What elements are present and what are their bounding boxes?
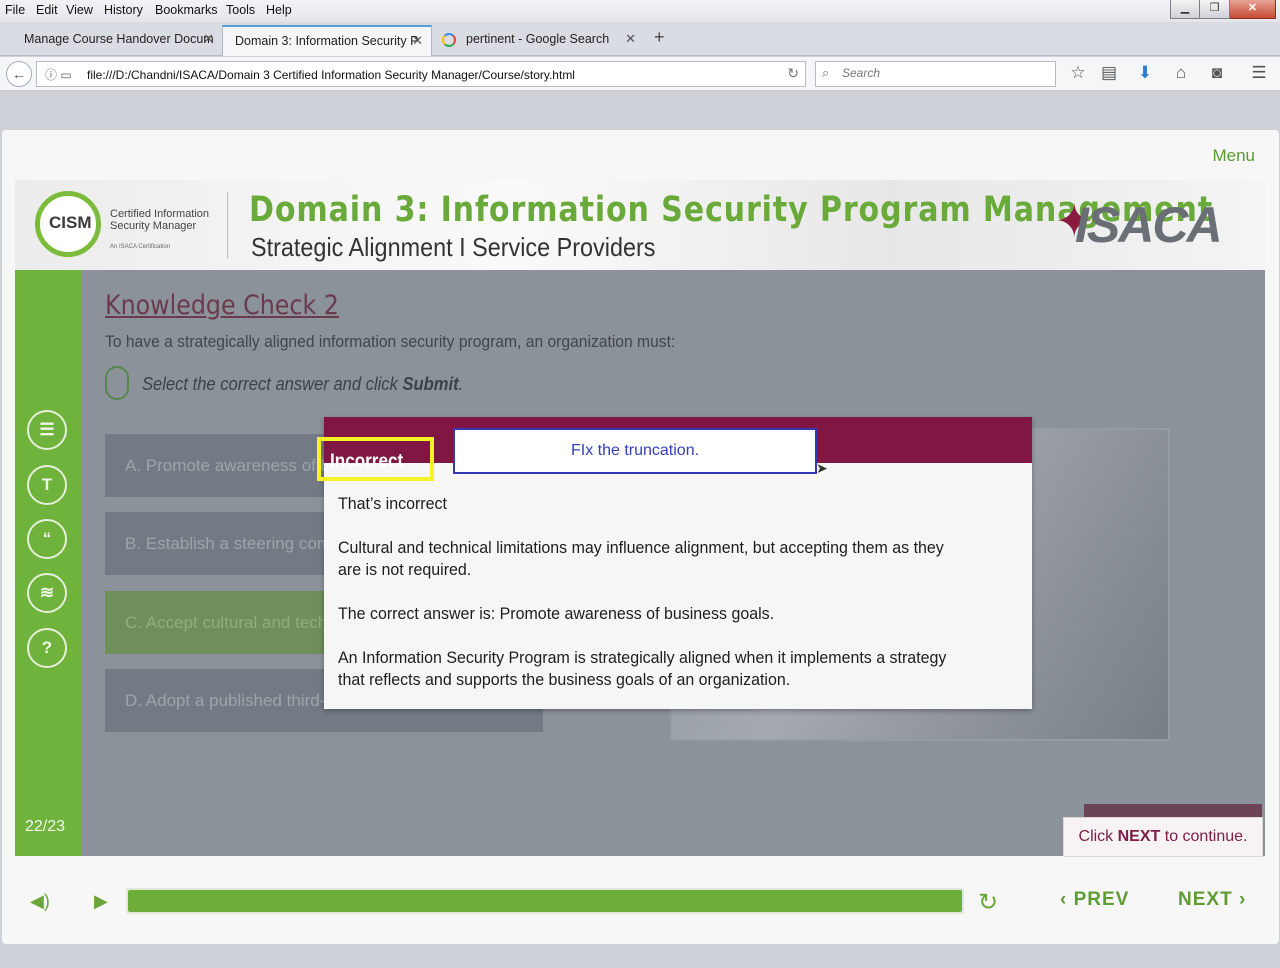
search-icon: ⌕ [822, 65, 830, 80]
instruction-action: Submit [402, 374, 459, 394]
menu-edit[interactable]: Edit [36, 3, 58, 17]
tab-manage-course[interactable]: Manage Course Handover Docum ✕ [12, 25, 222, 56]
restore-button[interactable]: ❐ [1200, 0, 1230, 19]
tab-label: pertinent - Google Search [466, 32, 610, 46]
instruction-suffix: . [458, 374, 464, 394]
hamburger-menu-icon[interactable]: ☰ [1248, 63, 1270, 83]
reading-list-icon[interactable]: ▤ [1098, 63, 1120, 83]
mouse-cursor-icon: ➤ [816, 460, 828, 476]
review-highlight-box [317, 437, 434, 481]
download-icon[interactable]: ⬇ [1134, 63, 1156, 83]
feedback-line-1: That’s incorrect [338, 494, 447, 513]
glossary-icon[interactable]: T [27, 465, 67, 505]
reload-icon[interactable]: ↻ [787, 65, 799, 82]
isaca-logo: ISACA [1075, 197, 1223, 253]
tab-label: Manage Course Handover Docum [24, 32, 214, 46]
menu-bookmarks[interactable]: Bookmarks [155, 3, 218, 17]
close-tab-icon[interactable]: ✕ [203, 25, 214, 53]
menu-view[interactable]: View [66, 3, 93, 17]
search-bar[interactable]: ⌕ [815, 61, 1056, 87]
instruction-text: Select the correct answer and click Subm… [142, 374, 463, 395]
address-bar[interactable]: ⓘ ▭ file:///D:/Chandni/ISACA/Domain 3 Ce… [36, 61, 806, 87]
menu-help[interactable]: Help [266, 3, 292, 17]
knowledge-check-title: Knowledge Check 2 [105, 290, 339, 321]
prev-button[interactable]: ‹ PREV [1060, 889, 1129, 911]
cism-logo-line1: Certified Information [110, 208, 210, 220]
tab-google-search[interactable]: pertinent - Google Search ✕ [434, 25, 644, 56]
close-tab-icon[interactable]: ✕ [412, 27, 423, 55]
home-icon[interactable]: ⌂ [1170, 63, 1192, 83]
play-icon[interactable]: ▶ [94, 891, 108, 912]
next-button[interactable]: NEXT › [1178, 889, 1246, 911]
next-label: NEXT [1178, 889, 1233, 910]
feedback-line-2: Cultural and technical limitations may i… [338, 538, 944, 579]
tab-domain3[interactable]: Domain 3: Information Security P ✕ [222, 25, 432, 56]
instruction-prefix: Select the correct answer and click [142, 374, 403, 394]
menu-file[interactable]: File [5, 3, 25, 17]
cism-logo-text: CISM [49, 213, 92, 232]
back-arrow-icon: ← [12, 66, 26, 82]
tab-strip: Manage Course Handover Docum ✕ Domain 3:… [0, 22, 1280, 56]
banner-divider [227, 192, 228, 258]
menu-tools[interactable]: Tools [226, 3, 255, 17]
browser-menubar: File Edit View History Bookmarks Tools H… [0, 0, 1280, 22]
course-menu-link[interactable]: Menu [1212, 146, 1255, 166]
minimize-button[interactable]: ▁ [1170, 0, 1200, 19]
progress-bar[interactable] [126, 888, 964, 914]
review-annotation: FIx the truncation. [453, 428, 817, 474]
menu-history[interactable]: History [104, 3, 143, 17]
progress-fill [128, 890, 962, 912]
cism-logo-tagline: An ISACA Certification [110, 244, 171, 250]
quote-icon[interactable]: “ [27, 519, 67, 559]
player-controls: ◀) ▶ ↻ ‹ PREV NEXT › [2, 874, 1279, 944]
replay-icon[interactable]: ↻ [978, 888, 998, 917]
cism-logo-subtitle: Certified Information Security Manager [110, 208, 209, 232]
continue-suffix: to continue. [1160, 828, 1248, 845]
course-sidebar: ☰ T “ ≋ ? 22/23 [15, 270, 81, 856]
url-text: file:///D:/Chandni/ISACA/Domain 3 Certif… [87, 68, 575, 82]
slide-counter: 22/23 [25, 818, 66, 835]
course-subtitle: Strategic Alignment I Service Providers [251, 232, 656, 262]
cism-logo-line2: Security Manager [110, 220, 197, 232]
continue-prefix: Click [1078, 828, 1118, 845]
volume-icon[interactable]: ◀) [30, 891, 50, 912]
search-input[interactable] [842, 66, 1042, 80]
continue-action: NEXT [1117, 828, 1161, 845]
google-icon [442, 33, 456, 47]
navigation-bar: ← ⓘ ▭ file:///D:/Chandni/ISACA/Domain 3 … [0, 57, 1280, 91]
new-tab-button[interactable]: + [654, 27, 665, 48]
close-tab-icon[interactable]: ✕ [625, 25, 636, 53]
back-button[interactable]: ← [6, 61, 32, 87]
prev-label: PREV [1073, 889, 1130, 910]
layers-icon[interactable]: ≋ [27, 573, 67, 613]
feedback-line-3: The correct answer is: Promote awareness… [338, 604, 775, 623]
page-info-icon[interactable]: ⓘ ▭ [45, 66, 72, 83]
document-icon[interactable]: ☰ [27, 410, 67, 450]
continue-hint: Click NEXT to continue. [1063, 817, 1263, 857]
question-text: To have a strategically aligned informat… [105, 332, 676, 351]
bookmark-star-icon[interactable]: ☆ [1067, 63, 1089, 83]
close-window-button[interactable]: ✕ [1230, 0, 1276, 19]
mouse-icon [105, 366, 129, 400]
window-controls: ▁ ❐ ✕ [1170, 0, 1276, 20]
pocket-icon[interactable]: ◙ [1206, 63, 1228, 83]
feedback-line-4: An Information Security Program is strat… [338, 648, 947, 689]
help-icon[interactable]: ? [27, 628, 67, 668]
tab-label: Domain 3: Information Security P [235, 34, 419, 48]
feedback-body: That’s incorrect Cultural and technical … [338, 493, 958, 713]
course-banner: CISM Certified Information Security Mana… [15, 180, 1265, 270]
